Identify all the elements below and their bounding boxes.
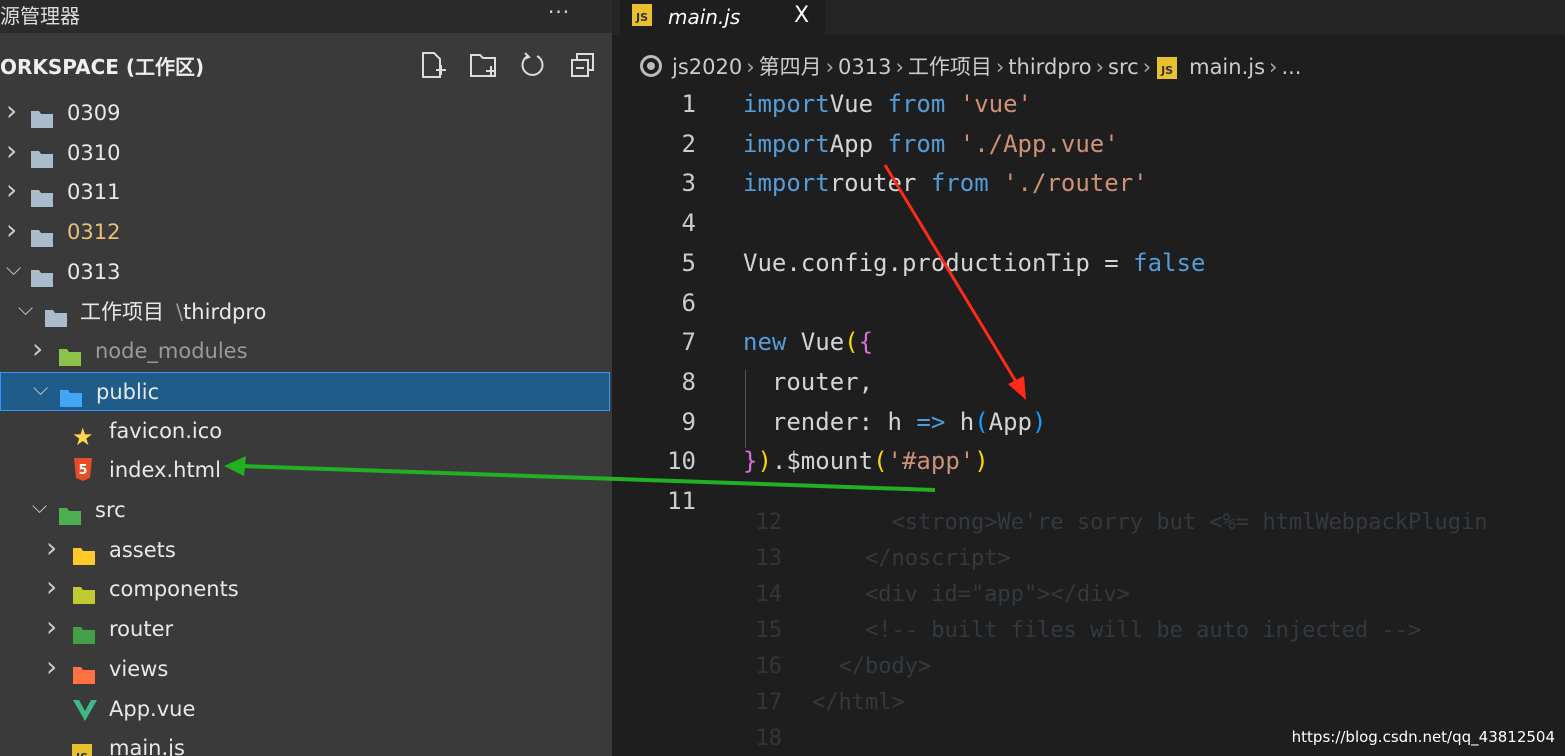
watermark: https://blog.csdn.net/qq_43812504 [1291, 728, 1555, 746]
red-arrow [883, 164, 1026, 400]
annotation-arrows [224, 164, 1026, 492]
green-arrow [224, 456, 936, 492]
